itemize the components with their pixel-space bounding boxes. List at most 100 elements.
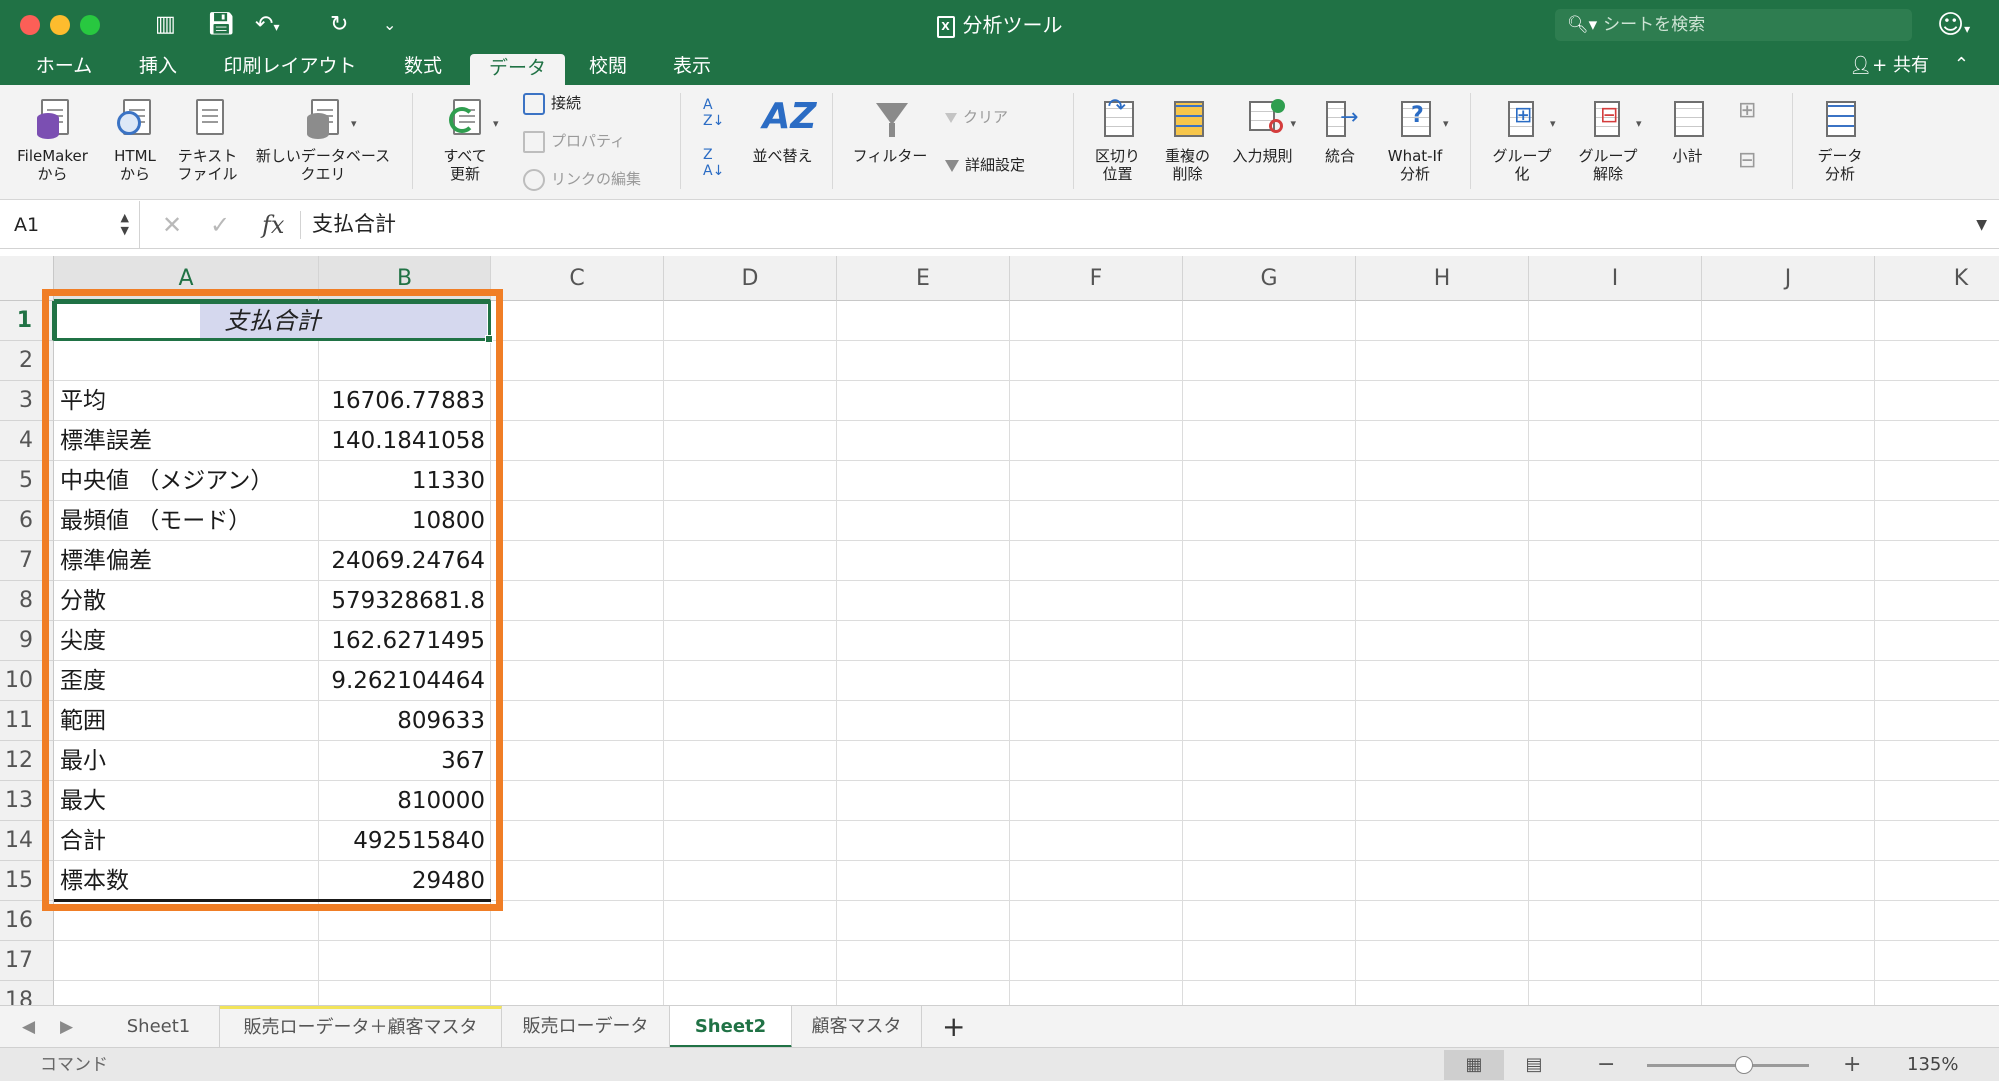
what-if-icon: ? ▾ [1395, 97, 1449, 141]
subtotal-button[interactable]: 小計 [1655, 85, 1720, 165]
refresh-icon: ▾ [445, 97, 499, 141]
column-header-g[interactable]: G [1183, 256, 1356, 301]
grid-view-icon: ▦ [1465, 1054, 1483, 1075]
properties-button: プロパティ [523, 127, 625, 155]
sheet-tab-sales-raw[interactable]: 販売ローデータ [502, 1006, 670, 1048]
ribbon-separator [412, 93, 413, 189]
sheet-search-input[interactable]: 🔍︎▾ シートを検索 [1555, 9, 1912, 41]
add-person-icon: 👤︎+ [1849, 55, 1888, 76]
column-header-d[interactable]: D [664, 256, 837, 301]
row-header-18[interactable]: 18 [0, 981, 54, 1005]
filemaker-button[interactable]: FileMaker から [10, 85, 95, 183]
formula-bar: A1 ▲ ▼ ✕ ✓ fx 支払合計 ▼ [0, 201, 1999, 249]
collapse-ribbon-icon[interactable]: ⌃ [1954, 50, 1969, 85]
next-sheet-icon[interactable]: ▶ [60, 1006, 73, 1048]
zoom-slider[interactable] [1647, 1056, 1809, 1074]
column-header-c[interactable]: C [491, 256, 664, 301]
expand-formula-bar-icon[interactable]: ▼ [1976, 201, 1987, 249]
edit-links-icon [523, 168, 545, 191]
tab-insert[interactable]: 挿入 [120, 50, 196, 85]
column-header-e[interactable]: E [837, 256, 1010, 301]
ribbon-data: FileMaker から HTML から テキスト ファイル ▾ 新しいデータベ… [0, 85, 1999, 200]
sort-az-large-icon: AZ [762, 96, 817, 137]
sort-descending-button[interactable]: Z A↓ [703, 147, 724, 179]
group-button[interactable]: ⊞ ▾ グループ 化 [1482, 85, 1562, 183]
tab-formulas[interactable]: 数式 [385, 50, 461, 85]
filter-funnel-icon [870, 97, 910, 141]
sheet-tab-sales-raw-customer[interactable]: 販売ローデータ＋顧客マスタ [220, 1006, 502, 1048]
feedback-smiley-icon[interactable]: ☺▾ [1937, 10, 1970, 44]
sort-az-icon: A Z↓ [703, 97, 725, 129]
connections-icon [523, 92, 545, 115]
zoom-level: 135% [1907, 1054, 1959, 1075]
ungroup-icon: ⊟ ▾ [1588, 97, 1642, 141]
excel-file-icon: X [936, 15, 955, 38]
ribbon-tabs: ホーム 挿入 印刷レイアウト 数式 データ 校閲 表示 👤︎+ 共有 ⌃ [0, 50, 1999, 85]
insert-function-icon[interactable]: fx [262, 201, 284, 249]
worksheet-grid[interactable]: A B C D E F G H I J K 1 2 3 4 5 6 7 8 9 10 11 12 13 14 15 16 17 18 支払… [0, 256, 1999, 1005]
normal-view-button[interactable]: ▦ [1444, 1050, 1504, 1080]
page-layout-icon: ▤ [1525, 1054, 1543, 1075]
tab-data[interactable]: データ [470, 54, 565, 85]
title-bar: ▥ 💾︎ ↶▾ ↻ ⌄ X 分析ツール 🔍︎▾ シートを検索 ☺▾ [0, 0, 1999, 50]
text-file-import-button[interactable]: テキスト ファイル [170, 85, 245, 183]
consolidate-icon: → [1320, 97, 1360, 141]
html-import-button[interactable]: HTML から [100, 85, 170, 183]
ribbon-separator [1073, 93, 1074, 189]
text-to-columns-icon: ↷ [1098, 97, 1138, 141]
previous-sheet-icon[interactable]: ◀ [22, 1006, 35, 1048]
connections-button[interactable]: 接続 [523, 89, 581, 117]
sort-button[interactable]: AZ 並べ替え [745, 85, 820, 166]
confirm-edit-icon[interactable]: ✓ [210, 201, 230, 249]
new-database-query-button[interactable]: ▾ 新しいデータベース クエリ [248, 85, 398, 183]
sheet-tab-customer-master[interactable]: 顧客マスタ [792, 1006, 922, 1048]
add-sheet-button[interactable]: + [942, 1006, 965, 1048]
row-header-17[interactable]: 17 [0, 941, 54, 981]
data-analysis-button[interactable]: データ 分析 [1805, 85, 1875, 183]
sort-za-icon: Z A↓ [703, 147, 725, 179]
database-query-icon: ▾ [303, 97, 357, 141]
tab-review[interactable]: 校閲 [578, 50, 638, 85]
cancel-edit-icon[interactable]: ✕ [162, 201, 182, 249]
ribbon-separator [832, 93, 833, 189]
filemaker-icon [33, 97, 73, 141]
column-header-f[interactable]: F [1010, 256, 1183, 301]
tab-page-layout[interactable]: 印刷レイアウト [210, 50, 370, 85]
hide-detail-icon: ⊟ [1738, 148, 1757, 173]
subtotal-icon [1668, 97, 1708, 141]
name-box[interactable]: A1 ▲ ▼ [0, 201, 140, 249]
data-validation-button[interactable]: ▾ 入力規則 [1225, 85, 1300, 165]
page-layout-view-button[interactable]: ▤ [1504, 1050, 1564, 1080]
edit-links-button: リンクの編集 [523, 165, 641, 193]
zoom-out-button[interactable]: − [1597, 1048, 1615, 1081]
sheet-tab-bar: ◀ ▶ Sheet1 販売ローデータ＋顧客マスタ 販売ローデータ Sheet2 … [0, 1005, 1999, 1048]
ungroup-button[interactable]: ⊟ ▾ グループ 解除 [1568, 85, 1648, 183]
consolidate-button[interactable]: → 統合 [1305, 85, 1375, 165]
sheet-tab-sheet1[interactable]: Sheet1 [98, 1006, 220, 1048]
column-header-k[interactable]: K [1875, 256, 1999, 301]
tab-view[interactable]: 表示 [662, 50, 722, 85]
share-button[interactable]: 👤︎+ 共有 [1849, 50, 1929, 85]
column-header-i[interactable]: I [1529, 256, 1702, 301]
filter-button[interactable]: フィルター [845, 85, 935, 165]
advanced-filter-button[interactable]: 詳細設定 [945, 151, 1025, 179]
tab-home[interactable]: ホーム [20, 50, 108, 85]
name-box-dropdown-icon[interactable]: ▲ ▼ [121, 211, 129, 237]
highlight-annotation-box [42, 289, 503, 911]
search-icon: 🔍︎▾ [1567, 15, 1598, 35]
column-header-h[interactable]: H [1356, 256, 1529, 301]
ribbon-separator [1792, 93, 1793, 189]
clear-filter-icon [945, 112, 957, 123]
ribbon-separator [680, 93, 681, 189]
zoom-in-button[interactable]: + [1843, 1048, 1861, 1081]
formula-input[interactable]: 支払合計 [312, 201, 396, 247]
remove-duplicates-button[interactable]: 重複の 削除 [1155, 85, 1220, 183]
what-if-analysis-button[interactable]: ? ▾ What-If 分析 [1375, 85, 1455, 183]
refresh-all-button[interactable]: ▾ すべて 更新 [425, 85, 505, 183]
text-to-columns-button[interactable]: ↷ 区切り 位置 [1085, 85, 1150, 184]
column-header-j[interactable]: J [1702, 256, 1875, 301]
zoom-slider-knob[interactable] [1735, 1056, 1753, 1074]
ribbon-separator [1470, 93, 1471, 189]
sort-ascending-button[interactable]: A Z↓ [703, 97, 724, 129]
sheet-tab-sheet2[interactable]: Sheet2 [670, 1006, 792, 1048]
